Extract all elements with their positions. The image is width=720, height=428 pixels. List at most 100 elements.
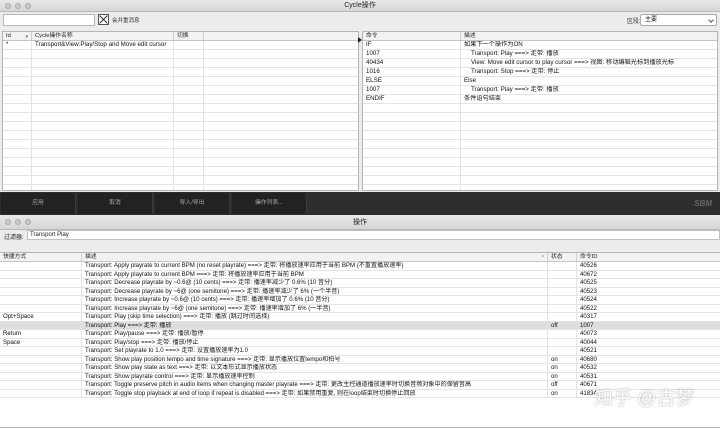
cell-command-id: 40521: [580, 347, 597, 354]
import-export-button[interactable]: 导入/导出: [155, 193, 230, 214]
column-header-name[interactable]: Cycle操作名称: [32, 32, 174, 40]
empty-cell: [461, 176, 717, 184]
table-row[interactable]: Transport: Decrease playrate by ~6@ (one…: [0, 287, 720, 296]
cell-command-id: 40073: [580, 330, 597, 337]
empty-row: [363, 140, 717, 149]
table-row[interactable]: Space Transport: Play/stop ===> 走带: 播放/停止…: [0, 338, 720, 347]
table-row[interactable]: IF 如果下一个操作为ON: [363, 41, 717, 50]
cycle-steps-list[interactable]: 命令 描述 IF 如果下一个操作为ON 1007 Transport: Play ==…: [362, 31, 718, 191]
cell-state: [548, 287, 577, 295]
cell-description: Transport: Show playrate control ===> 走带…: [82, 372, 548, 380]
table-row[interactable]: Transport: Play ===> 走带: 播放 off 1007: [0, 321, 720, 330]
filter-input[interactable]: Transport Play: [27, 230, 720, 240]
table-row[interactable]: Transport: Show playrate control ===> 走带…: [0, 372, 720, 381]
section-label: 区段:: [627, 19, 641, 25]
cancel-button[interactable]: 取消: [78, 193, 153, 214]
empty-cell: [204, 68, 358, 76]
cell-state: [548, 296, 577, 304]
column-header-toggle[interactable]: 切换: [174, 32, 204, 40]
empty-cell: [3, 50, 32, 58]
empty-cell: [363, 176, 461, 184]
column-header-state[interactable]: 状态: [548, 253, 577, 261]
cell-shortcut: Opt+Space: [0, 313, 82, 321]
table-row[interactable]: Transport: Decrease playrate by ~0.6@ (1…: [0, 279, 720, 288]
table-row[interactable]: Return Transport: Play/pause ===> 走带: 播放/…: [0, 330, 720, 339]
cell-description: Transport: Apply playrate to current BPM…: [82, 270, 548, 278]
cell-description: Transport: Play/pause ===> 走带: 播放/暂停: [82, 330, 548, 338]
table-row[interactable]: 1007 Transport: Play ===> 走带: 播放: [363, 86, 717, 95]
cell-description: Transport: Decrease playrate by ~6@ (one…: [82, 287, 548, 295]
empty-row: [363, 167, 717, 176]
cell-command-id: 40524: [580, 296, 597, 303]
empty-row: [3, 149, 358, 158]
empty-cell: [204, 50, 358, 58]
action-list-button[interactable]: 操作列表...: [232, 193, 307, 214]
column-header-id[interactable]: Id ▾: [3, 32, 32, 40]
empty-cell: [461, 140, 717, 148]
empty-cell: [204, 77, 358, 85]
table-row[interactable]: Transport: Apply playrate to current BPM…: [0, 262, 720, 271]
empty-cell: [3, 122, 32, 130]
empty-cell: [204, 149, 358, 157]
table-row[interactable]: ENDIF 条件语句结束: [363, 95, 717, 104]
empty-cell: [204, 131, 358, 139]
empty-cell: [174, 86, 204, 94]
column-header-shortcut[interactable]: 快捷方式: [0, 253, 82, 261]
empty-cell: [204, 158, 358, 166]
table-row[interactable]: Transport: Show play state as text ===> …: [0, 364, 720, 373]
empty-cell: [174, 104, 204, 112]
empty-cell: [174, 50, 204, 58]
empty-cell: [174, 68, 204, 76]
cycle-action-list[interactable]: Id ▾ Cycle操作名称 切换 * Transport&View:Play/St…: [2, 31, 359, 191]
empty-cell: [3, 95, 32, 103]
minimize-window-button[interactable]: [15, 219, 21, 225]
table-row[interactable]: ELSE Else: [363, 77, 717, 86]
empty-cell: [363, 167, 461, 175]
cell-description: Transport: Play/stop ===> 走带: 播放/停止: [82, 338, 548, 346]
empty-row: [363, 113, 717, 122]
table-row[interactable]: Transport: Set playrate to 1.0 ===> 走带: …: [0, 347, 720, 356]
table-row[interactable]: Transport: Increase playrate by ~6@ (one…: [0, 304, 720, 313]
column-header-command-id[interactable]: 命令ID: [577, 253, 720, 261]
section-select[interactable]: 主要: [640, 14, 717, 26]
cycle-name-input[interactable]: [3, 14, 95, 26]
table-row[interactable]: Transport: Apply playrate to current BPM…: [0, 270, 720, 279]
cell-description: Transport: Increase playrate by ~6@ (one…: [82, 304, 548, 312]
table-row[interactable]: 1016 Transport: Stop ===> 走带: 停止: [363, 68, 717, 77]
table-row[interactable]: * Transport&View:Play/Stop and Move edit …: [3, 41, 358, 50]
empty-cell: [32, 50, 174, 58]
cell-shortcut: [0, 296, 82, 304]
close-window-button[interactable]: [5, 219, 11, 225]
cell-description: Transport: Toggle stop playback at end o…: [82, 389, 548, 397]
cell-shortcut: [0, 347, 82, 355]
empty-cell: [32, 131, 174, 139]
empty-row: [363, 131, 717, 140]
column-header-command[interactable]: 命令: [363, 32, 461, 40]
cycle-steps-body: IF 如果下一个操作为ON 1007 Transport: Play ===> 走带:…: [363, 41, 717, 190]
table-row[interactable]: Opt+Space Transport: Play (skip time sele…: [0, 313, 720, 322]
cycle-window-titlebar: Cycle操作: [0, 0, 720, 12]
column-header-description[interactable]: 描述: [461, 32, 717, 40]
table-row[interactable]: 1007 Transport: Play ===> 走带: 播放: [363, 50, 717, 59]
cell-command-id: 40672: [580, 270, 597, 278]
column-header-description[interactable]: 描述 ^: [82, 253, 548, 261]
empty-cell: [3, 104, 32, 112]
table-row[interactable]: 40434 View: Move edit cursor to play curs…: [363, 59, 717, 68]
close-window-button[interactable]: [5, 3, 11, 9]
empty-cell: [204, 185, 358, 190]
close-icon[interactable]: [98, 14, 109, 25]
cell-command: ENDIF: [363, 95, 461, 103]
zoom-window-button[interactable]: [25, 219, 31, 225]
zoom-window-button[interactable]: [25, 3, 31, 9]
minimize-window-button[interactable]: [15, 3, 21, 9]
table-row[interactable]: Transport: Show play position tempo and …: [0, 355, 720, 364]
actions-window-titlebar: 操作: [0, 215, 720, 230]
cell-shortcut: [0, 279, 82, 287]
empty-cell: [174, 113, 204, 121]
cell-shortcut: [0, 355, 82, 363]
table-row[interactable]: Transport: Increase playrate by ~0.6@ (1…: [0, 296, 720, 305]
apply-button[interactable]: 应用: [1, 193, 76, 214]
cell-state: [548, 347, 577, 355]
empty-cell: [174, 77, 204, 85]
empty-cell: [363, 131, 461, 139]
